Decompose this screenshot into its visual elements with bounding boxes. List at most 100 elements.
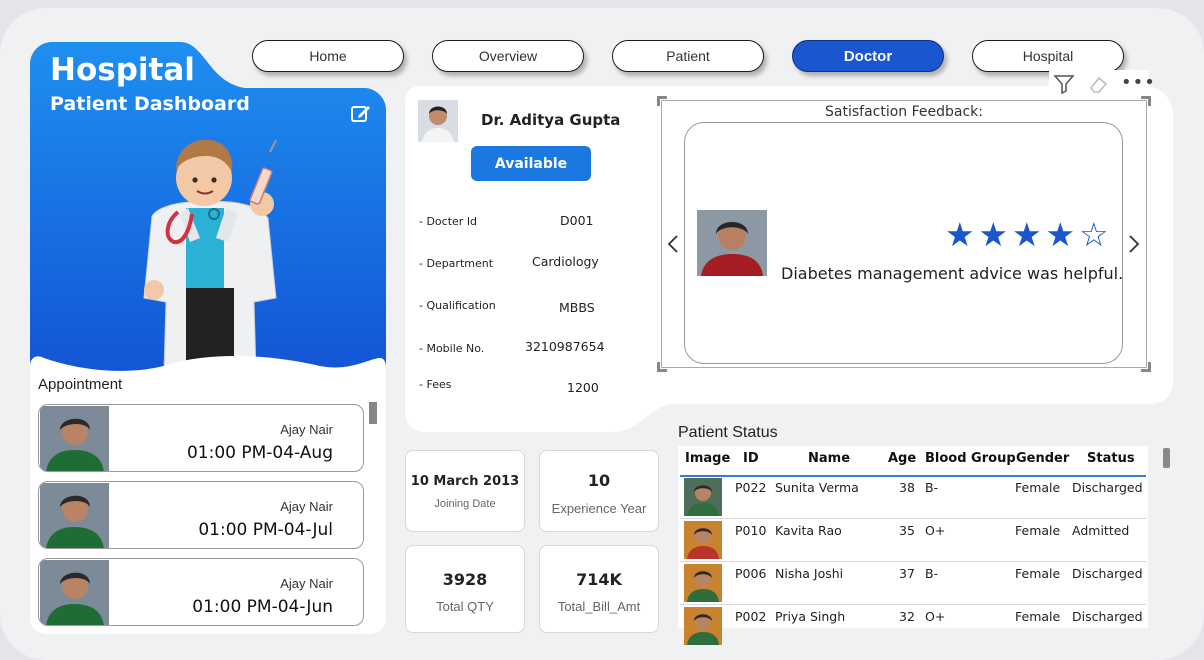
star-icon: ★ xyxy=(1012,215,1042,254)
column-header-name[interactable]: Name xyxy=(808,451,850,466)
column-header-blood-group[interactable]: Blood Group xyxy=(925,451,1016,466)
appointment-name: Ajay Nair xyxy=(280,422,333,437)
field-label-fees: - Fees xyxy=(419,378,452,391)
cell-blood: B- xyxy=(925,566,939,581)
star-icon: ★ xyxy=(945,215,975,254)
appointment-name: Ajay Nair xyxy=(280,499,333,514)
cell-id: P006 xyxy=(735,566,767,581)
feedback-title-wrap: Satisfaction Feedback: xyxy=(0,101,1204,120)
appointment-title: Appointment xyxy=(38,376,123,393)
resize-handle[interactable] xyxy=(1141,362,1151,372)
field-value-qualification: MBBS xyxy=(559,300,595,315)
filter-icon[interactable] xyxy=(1053,74,1075,94)
field-value-fees: 1200 xyxy=(567,380,599,395)
experience-label: Experience Year xyxy=(551,501,647,516)
cell-blood: O+ xyxy=(925,609,946,624)
header-underline xyxy=(680,475,1146,477)
appointment-name: Ajay Nair xyxy=(280,576,333,591)
column-header-gender[interactable]: Gender xyxy=(1016,451,1069,466)
total-qty-card: 3928 Total QTY xyxy=(405,545,525,633)
nav-doctor-button[interactable]: Doctor xyxy=(792,40,944,72)
total-bill-label: Total_Bill_Amt xyxy=(557,599,641,614)
cell-name: Priya Singh xyxy=(775,609,846,624)
field-label-mobile: - Mobile No. xyxy=(419,342,485,355)
nav-hospital-button[interactable]: Hospital xyxy=(972,40,1124,72)
cell-gender: Female xyxy=(1015,609,1061,624)
availability-badge: Available xyxy=(471,146,591,181)
appointment-scrollbar[interactable] xyxy=(369,402,377,424)
cell-gender: Female xyxy=(1015,566,1061,581)
star-icon: ★ xyxy=(1045,215,1076,254)
field-value-department: Cardiology xyxy=(532,254,599,269)
resize-handle[interactable] xyxy=(657,362,667,372)
cell-id: P010 xyxy=(735,523,767,538)
column-header-age[interactable]: Age xyxy=(888,451,916,466)
doctor-illustration xyxy=(143,139,277,372)
patient-status-title: Patient Status xyxy=(678,424,778,441)
appointment-time: 01:00 PM-04-Jul xyxy=(198,520,333,540)
cell-age: 37 xyxy=(899,566,915,581)
total-bill-value: 714K xyxy=(576,570,622,589)
cell-blood: B- xyxy=(925,480,939,495)
row-divider xyxy=(680,518,1146,519)
cell-age: 32 xyxy=(899,609,915,624)
joining-date-card: 10 March 2013 Joining Date xyxy=(405,450,525,532)
feedback-text: Diabetes management advice was helpful. xyxy=(781,264,1124,283)
nav-overview-button[interactable]: Overview xyxy=(432,40,584,72)
appointment-item[interactable]: Ajay Nair 01:00 PM-04-Aug xyxy=(38,404,364,472)
appointment-item[interactable]: Ajay Nair 01:00 PM-04-Jun xyxy=(38,558,364,626)
appointment-time: 01:00 PM-04-Jun xyxy=(192,597,333,617)
chevron-left-icon[interactable] xyxy=(666,234,680,254)
row-divider xyxy=(680,561,1146,562)
patient-photo xyxy=(40,406,109,471)
column-header-image[interactable]: Image xyxy=(685,451,730,466)
total-bill-card: 714K Total_Bill_Amt xyxy=(539,545,659,633)
cell-blood: O+ xyxy=(925,523,946,538)
field-value-mobile: 3210987654 xyxy=(525,339,605,354)
cell-status: Discharged xyxy=(1072,480,1143,495)
field-label-qualification: - Qualification xyxy=(419,299,496,312)
chevron-right-icon[interactable] xyxy=(1127,234,1141,254)
patient-thumbnail xyxy=(684,607,722,645)
patient-photo xyxy=(40,560,109,625)
table-scrollbar[interactable] xyxy=(1163,448,1170,468)
star-icon: ★ xyxy=(978,215,1009,254)
total-qty-label: Total QTY xyxy=(436,599,494,614)
cell-id: P022 xyxy=(735,480,767,495)
cell-name: Nisha Joshi xyxy=(775,566,844,581)
cell-status: Admitted xyxy=(1072,523,1130,538)
feedback-patient-photo xyxy=(697,210,767,276)
patient-thumbnail xyxy=(684,521,722,559)
field-label-doctor-id: - Docter Id xyxy=(419,215,478,228)
appointment-item[interactable]: Ajay Nair 01:00 PM-04-Jul xyxy=(38,481,364,549)
nav-patient-button[interactable]: Patient xyxy=(612,40,764,72)
cell-gender: Female xyxy=(1015,523,1061,538)
cell-status: Discharged xyxy=(1072,566,1143,581)
eraser-icon[interactable] xyxy=(1087,74,1109,94)
cell-gender: Female xyxy=(1015,480,1061,495)
cell-name: Kavita Rao xyxy=(775,523,842,538)
patient-photo xyxy=(40,483,109,548)
appointment-time: 01:00 PM-04-Aug xyxy=(186,443,333,463)
star-icon: ☆ xyxy=(1079,215,1109,254)
field-value-doctor-id: D001 xyxy=(560,213,594,228)
column-header-status[interactable]: Status xyxy=(1087,451,1135,466)
cell-age: 35 xyxy=(899,523,915,538)
feedback-title: Satisfaction Feedback: xyxy=(825,104,983,120)
row-divider xyxy=(680,604,1146,605)
field-label-department: - Department xyxy=(419,257,494,270)
cell-age: 38 xyxy=(899,480,915,495)
cell-status: Discharged xyxy=(1072,609,1143,624)
patient-thumbnail xyxy=(684,564,722,602)
patient-thumbnail xyxy=(684,478,722,516)
experience-value: 10 xyxy=(587,471,611,490)
experience-card: 10 Experience Year xyxy=(539,450,659,532)
total-qty-value: 3928 xyxy=(442,570,488,589)
column-header-id[interactable]: ID xyxy=(743,451,759,466)
hero-title: Hospital xyxy=(50,52,195,88)
cell-name: Sunita Verma xyxy=(775,480,859,495)
joining-date-label: Joining Date xyxy=(434,498,496,510)
joining-date-value: 10 March 2013 xyxy=(410,474,520,489)
more-options-icon[interactable]: ••• xyxy=(1121,72,1156,93)
cell-id: P002 xyxy=(735,609,767,624)
